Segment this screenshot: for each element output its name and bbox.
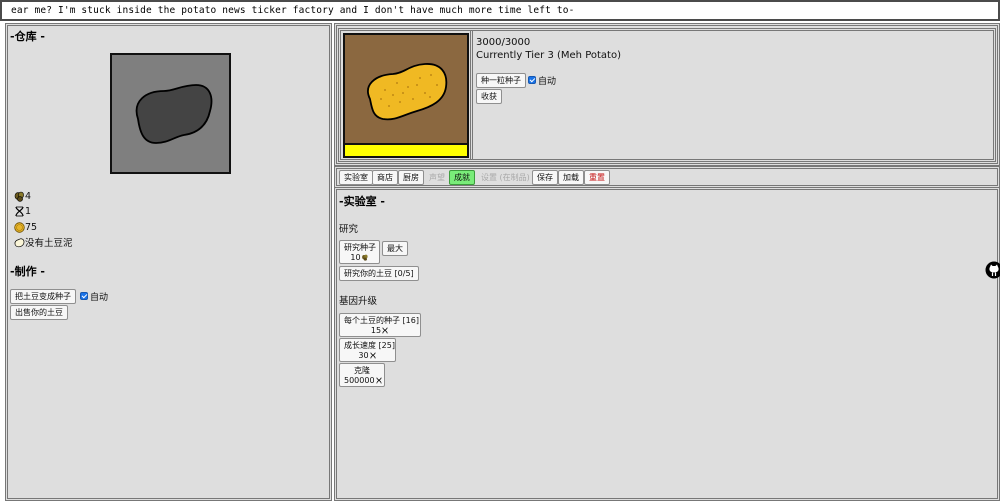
left-panel: -仓库 - 4 1 75 没有土豆泥 -制作 - 把土豆变成种子 自动 出售你的… (5, 23, 332, 501)
tab-shop[interactable]: 商店 (372, 170, 398, 185)
research-seeds-max-button[interactable]: 最大 (382, 241, 408, 256)
storage-image (110, 53, 231, 174)
growth-progress-fill (345, 145, 467, 156)
crafting-title: -制作 - (10, 265, 45, 278)
seeds-per-potato-label: 每个土豆的种子 [16] (344, 315, 419, 325)
research-seeds-button[interactable]: 研究种子 10 (339, 240, 380, 264)
grey-potato-icon (135, 84, 213, 144)
research-potato-button[interactable]: 研究你的土豆 [0/5] (339, 266, 419, 281)
research-seeds-cost: 10 (350, 252, 361, 262)
tab-prestige[interactable]: 声望 (424, 170, 450, 185)
potato-outline-icon (14, 237, 25, 248)
clone-label: 克隆 (354, 365, 370, 375)
growth-speed-cost: 30 (358, 350, 369, 360)
dna-count: 1 (25, 205, 32, 217)
mash-status: 没有土豆泥 (25, 238, 73, 249)
farm-inner-frame: 3000/3000 Currently Tier 3 (Meh Potato) … (338, 28, 996, 162)
potato-plot (343, 33, 469, 158)
seed-icon (361, 254, 368, 261)
load-button[interactable]: 加载 (558, 170, 584, 185)
coin-count: 75 (25, 221, 38, 233)
tab-kitchen[interactable]: 厨房 (398, 170, 424, 185)
auto-convert-label: 自动 (90, 293, 109, 303)
growth-progress-text: 3000/3000 (476, 37, 531, 48)
seed-stat: 4 (14, 189, 31, 203)
growth-speed-cost-row: 30 (344, 351, 391, 361)
harvest-button[interactable]: 收获 (476, 89, 502, 104)
storage-title: -仓库 - (10, 30, 45, 43)
seeds-per-potato-cost: 15 (370, 325, 382, 335)
gene-upgrades-heading: 基因升级 (339, 296, 378, 307)
farm-panel: 3000/3000 Currently Tier 3 (Meh Potato) … (334, 23, 1000, 166)
auto-plant-label: 自动 (538, 77, 557, 87)
lab-panel: -实验室 - 研究 研究种子 10 最大 研究你的土豆 [0/5] 基因升级 每… (334, 187, 1000, 501)
auto-plant-checkbox[interactable] (528, 76, 536, 84)
dna-icon (382, 327, 388, 333)
seed-icon (14, 191, 25, 202)
coin-stat: 75 (14, 220, 37, 234)
tier-text: Currently Tier 3 (Meh Potato) (476, 50, 621, 61)
seeds-per-potato-cost-row: 15 (344, 326, 416, 336)
growth-progress-track (345, 143, 467, 156)
research-seeds-cost-row: 10 (344, 253, 375, 263)
app-root: ear me? I'm stuck inside the potato news… (0, 0, 1000, 501)
reset-button[interactable]: 重置 (584, 170, 610, 185)
github-icon[interactable] (985, 261, 1000, 279)
dna-stat: 1 (14, 204, 31, 218)
clone-cost-row: 500000 (344, 375, 382, 386)
growth-speed-upgrade-button[interactable]: 成长速度 [25] 30 (339, 338, 396, 362)
convert-potato-to-seed-button[interactable]: 把土豆变成种子 (10, 289, 76, 304)
tab-achievements[interactable]: 成就 (449, 170, 475, 185)
tab-lab[interactable]: 实验室 (339, 170, 373, 185)
potato-icon (367, 63, 448, 121)
mash-stat: 没有土豆泥 (14, 235, 73, 249)
news-ticker-text: ear me? I'm stuck inside the potato news… (11, 5, 575, 16)
tab-settings[interactable]: 设置 (在制品) (476, 170, 535, 185)
seed-count: 4 (25, 190, 32, 202)
auto-convert-checkbox[interactable] (80, 292, 88, 300)
sell-potato-button[interactable]: 出售你的土豆 (10, 305, 68, 320)
clone-upgrade-button[interactable]: 克隆 500000 (339, 363, 385, 387)
save-button[interactable]: 保存 (532, 170, 558, 185)
seeds-per-potato-upgrade-button[interactable]: 每个土豆的种子 [16] 15 (339, 313, 421, 337)
research-heading: 研究 (339, 224, 359, 235)
clone-cost: 500000 (344, 375, 375, 385)
dna-icon (14, 206, 25, 217)
growth-speed-label: 成长速度 [25] (344, 340, 395, 350)
dna-icon (369, 352, 376, 358)
research-seeds-label: 研究种子 (344, 242, 376, 252)
dna-icon (375, 377, 382, 383)
plant-seed-button[interactable]: 种一粒种子 (476, 73, 526, 88)
news-ticker: ear me? I'm stuck inside the potato news… (0, 0, 1000, 21)
coin-icon (14, 221, 25, 233)
lab-title: -实验室 - (339, 195, 385, 208)
